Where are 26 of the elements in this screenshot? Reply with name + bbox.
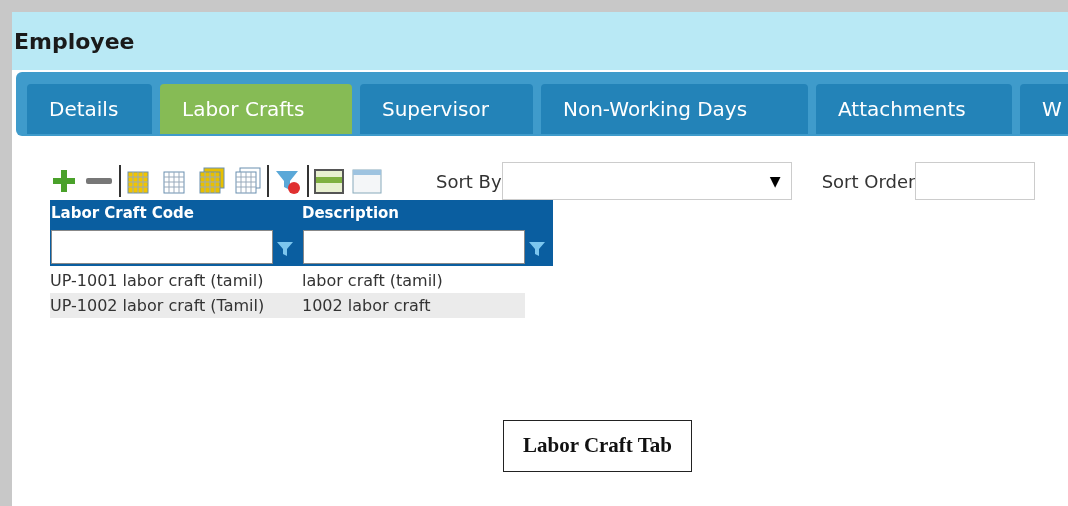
table-icon[interactable] <box>314 167 344 195</box>
filter-field[interactable] <box>303 230 525 264</box>
tab[interactable]: Labor Crafts <box>160 84 352 134</box>
filter-field[interactable] <box>51 230 273 264</box>
plus-icon[interactable] <box>50 167 78 195</box>
table-cell-text: UP-1002 labor craft (Tamil) <box>50 294 266 317</box>
window-title: Employee <box>14 27 135 56</box>
sort-by-select[interactable]: ▼ <box>501 162 792 200</box>
column-header[interactable]: Description <box>301 202 552 225</box>
stacked-grid-icon[interactable] <box>234 167 262 195</box>
sort-order-field[interactable] <box>915 162 1036 200</box>
tab[interactable]: Attachments <box>816 84 1012 134</box>
sort-order-label: Sort Order <box>821 169 916 194</box>
caret-icon: ▼ <box>769 170 781 192</box>
tab[interactable]: Non-Working Days <box>541 84 808 134</box>
stacked-grid-icon[interactable] <box>198 167 226 195</box>
table-row[interactable]: UP-1002 labor craft (Tamil) 1002 labor craft <box>50 293 525 318</box>
tab[interactable]: Supervisor <box>360 84 533 134</box>
table-cell-text: 1002 labor craft <box>302 294 431 317</box>
caption: Labor Craft Tab <box>503 420 692 472</box>
tab[interactable]: Details <box>27 84 152 134</box>
table-cell-text: labor craft (tamil) <box>302 269 443 292</box>
tab[interactable]: W <box>1020 84 1068 134</box>
table-cell-text: UP-1001 labor craft (tamil) <box>50 269 265 292</box>
sort-by-label: Sort By <box>436 169 502 194</box>
column-header[interactable]: Labor Craft Code <box>50 202 301 225</box>
